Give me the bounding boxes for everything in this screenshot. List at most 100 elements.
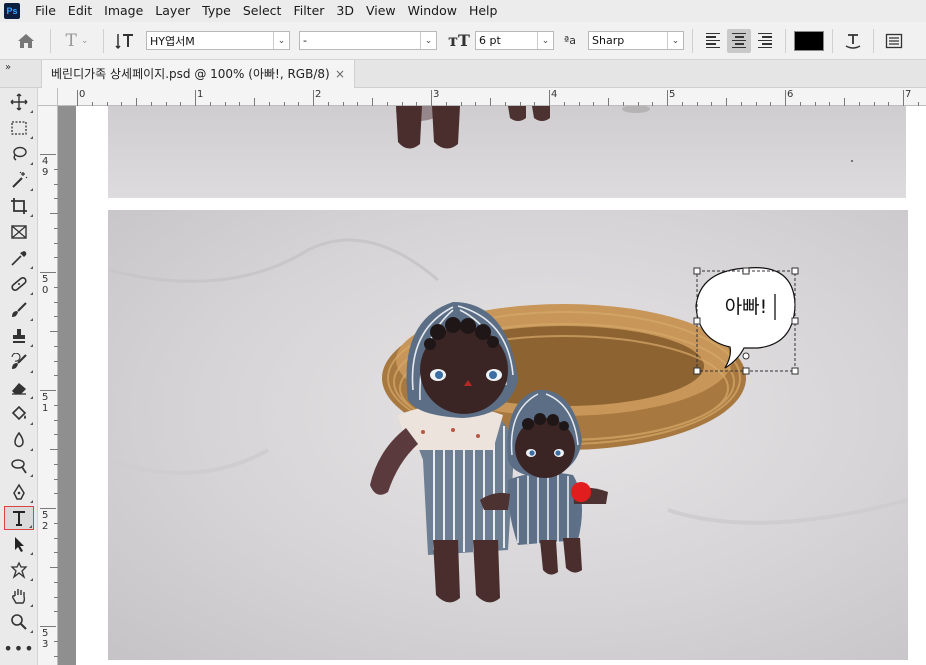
text-color-swatch[interactable] [794, 30, 824, 51]
hand-icon [12, 589, 26, 604]
options-bar: T ⌄ HY엽서M ⌄ - ⌄ ᴛT 6 pt ⌄ ªa Sharp ⌄ [0, 22, 926, 60]
lasso-tool[interactable] [4, 142, 34, 166]
chevron-down-icon[interactable]: ⌄ [273, 32, 289, 49]
divider [832, 28, 833, 53]
ruler-minor-tick [50, 331, 58, 332]
font-size-select[interactable]: 6 pt ⌄ [475, 31, 554, 50]
photo-dolls-in-basket: 아빠! [108, 210, 908, 660]
document-tab[interactable]: 베린디가족 상세페이지.psd @ 100% (아빠!, RGB/8) × [41, 60, 355, 89]
vertical-ruler[interactable]: 4950515253 [38, 106, 58, 665]
dodge-icon [11, 459, 27, 474]
brush-tool[interactable] [4, 298, 34, 322]
horizontal-ruler[interactable]: 0 1 2 3 4 5 6 7 [58, 88, 926, 106]
move-tool[interactable] [4, 90, 34, 114]
warp-text-icon[interactable] [841, 26, 865, 56]
menu-view[interactable]: View [360, 0, 402, 22]
chevron-down-icon[interactable]: ⌄ [420, 32, 436, 49]
menu-3d[interactable]: 3D [330, 0, 360, 22]
align-left-icon [706, 32, 720, 49]
menu-type[interactable]: Type [196, 0, 237, 22]
dodge-tool[interactable] [4, 454, 34, 478]
ruler-major-tick [40, 390, 56, 391]
history-brush-tool[interactable] [4, 350, 34, 374]
ruler-minor-tick [608, 98, 609, 106]
ruler-major-tick [40, 626, 56, 627]
blur-drop-icon [14, 431, 24, 448]
chevron-down-icon[interactable]: ⌄ [537, 32, 553, 49]
ruler-label: 5 [42, 274, 49, 285]
magnifier-icon [11, 614, 27, 630]
align-right-button[interactable] [753, 29, 777, 53]
close-icon[interactable]: × [335, 60, 345, 88]
magic-wand-tool[interactable] [4, 168, 34, 192]
frame-tool[interactable] [4, 220, 34, 244]
history-brush-icon [11, 353, 27, 369]
anti-alias-icon: ªa [564, 34, 576, 47]
type-t-icon [13, 511, 25, 526]
align-center-button[interactable] [727, 28, 751, 53]
tool-preset-picker[interactable]: T ⌄ [59, 26, 95, 56]
menu-help[interactable]: Help [463, 0, 504, 22]
ruler-label: 0 [79, 89, 86, 100]
ruler-label: 6 [787, 89, 794, 100]
eyedropper-icon [11, 251, 27, 266]
document-page[interactable]: 아빠! [76, 106, 926, 665]
menu-file[interactable]: File [29, 0, 62, 22]
document-tab-title: 베린디가족 상세페이지.psd @ 100% (아빠!, RGB/8) [51, 67, 330, 81]
align-left-button[interactable] [701, 29, 725, 53]
menu-filter[interactable]: Filter [287, 0, 330, 22]
type-tool[interactable] [4, 506, 34, 530]
ruler-label: 5 [42, 628, 49, 639]
paint-bucket-tool[interactable] [4, 402, 34, 426]
menu-window[interactable]: Window [402, 0, 463, 22]
menu-image[interactable]: Image [98, 0, 149, 22]
ruler-label: 7 [905, 89, 912, 100]
zoom-tool[interactable] [4, 610, 34, 634]
character-panel-icon[interactable] [882, 26, 906, 56]
ruler-major-tick [785, 90, 786, 106]
bandage-icon [11, 276, 27, 292]
canvas-area[interactable]: 아빠! [58, 106, 926, 665]
tools-panel: ••• [0, 88, 38, 665]
align-right-icon [758, 32, 772, 49]
more-tools[interactable]: ••• [3, 636, 35, 660]
font-style-value: - [303, 34, 307, 47]
divider [103, 28, 104, 53]
hand-tool[interactable] [4, 584, 34, 608]
ruler-origin[interactable] [38, 88, 58, 106]
ellipsis-icon: ••• [3, 638, 35, 658]
custom-shape-tool[interactable] [4, 558, 34, 582]
photoshop-logo-icon: Ps [4, 3, 20, 19]
blur-tool[interactable] [4, 428, 34, 452]
speech-bubble-text[interactable]: 아빠! [725, 296, 768, 318]
home-icon[interactable] [10, 26, 42, 56]
menu-select[interactable]: Select [237, 0, 288, 22]
marquee-tool[interactable] [4, 116, 34, 140]
chevron-down-icon[interactable]: ⌄ [667, 32, 683, 49]
ruler-minor-tick [50, 213, 58, 214]
eraser-tool[interactable] [4, 376, 34, 400]
document-tab-row: » 베린디가족 상세페이지.psd @ 100% (아빠!, RGB/8) × [0, 60, 926, 89]
eraser-icon [12, 383, 26, 395]
healing-brush-tool[interactable] [4, 272, 34, 296]
ruler-label: 5 [669, 89, 676, 100]
menu-edit[interactable]: Edit [62, 0, 98, 22]
anti-alias-select[interactable]: Sharp ⌄ [588, 31, 684, 50]
font-family-select[interactable]: HY엽서M ⌄ [146, 31, 290, 50]
font-style-select[interactable]: - ⌄ [299, 31, 437, 50]
divider [873, 28, 874, 53]
ruler-minor-tick [254, 98, 255, 106]
move-icon [10, 93, 28, 111]
eyedropper-tool[interactable] [4, 246, 34, 270]
clone-stamp-tool[interactable] [4, 324, 34, 348]
toggle-text-orientation-icon[interactable] [112, 26, 138, 56]
menu-layer[interactable]: Layer [149, 0, 196, 22]
ruler-minor-tick [50, 567, 58, 568]
ruler-minor-tick [136, 98, 137, 106]
font-size-icon: ᴛT [448, 31, 470, 50]
collapse-panel-icon[interactable]: » [5, 62, 11, 73]
type-tool-preset-icon: T [65, 30, 77, 51]
pen-tool[interactable] [4, 480, 34, 504]
path-selection-tool[interactable] [4, 532, 34, 556]
crop-tool[interactable] [4, 194, 34, 218]
